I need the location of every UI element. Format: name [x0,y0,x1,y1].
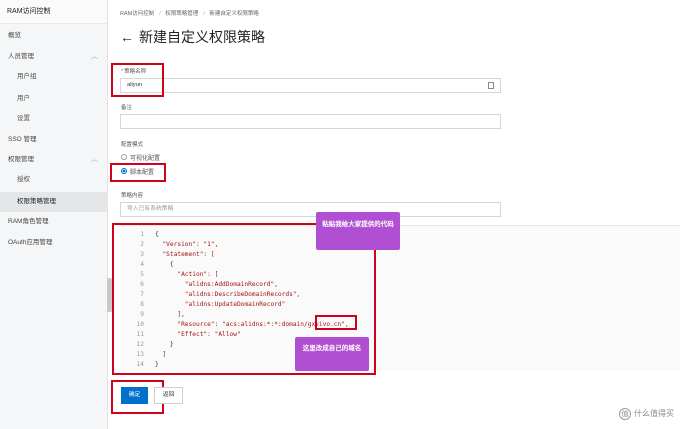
watermark: 值什么值得买 [619,408,674,420]
sidebar: RAM访问控制 概览 人员管理 ︿ 用户组 用户 设置 SSO 管理 权限管理 ︿ … [0,0,108,429]
sidebar-brand: RAM访问控制 [0,0,107,24]
sidebar-item-ram-roles[interactable]: RAM角色管理 [0,213,107,231]
sidebar-item-policies[interactable]: 权限策略管理 [0,192,107,212]
back-button[interactable]: 返回 [154,387,183,404]
remark-label: 备注 [121,105,133,111]
sidebar-item-people[interactable]: 人员管理 ︿ [0,48,107,66]
sidebar-item-sso[interactable]: SSO 管理 [0,131,107,149]
config-mode-label: 配置模式 [121,142,144,148]
breadcrumb: RAM访问控制 / 权限策略管理 / 新建自定义权限策略 [120,11,259,17]
breadcrumb-item: 新建自定义权限策略 [209,11,259,17]
sidebar-item-settings[interactable]: 设置 [0,110,107,128]
policy-name-input[interactable]: aliyun [120,78,501,93]
sidebar-item-users[interactable]: 用户 [0,90,107,108]
sidebar-item-grants[interactable]: 授权 [0,171,107,189]
breadcrumb-item[interactable]: 权限策略管理 [165,11,198,17]
highlight-script-mode [110,163,166,182]
import-policy-select[interactable]: 导入已有系统策略 [120,202,501,217]
policy-content-label: 策略内容 [121,193,144,199]
counter-icon [488,82,494,89]
zhi-logo-icon: 值 [619,408,631,420]
sidebar-item-user-groups[interactable]: 用户组 [0,68,107,86]
radio-unchecked-icon [121,154,127,161]
sidebar-item-oauth[interactable]: OAuth应用管理 [0,234,107,252]
chevron-up-icon: ︿ [91,53,98,60]
main-content: RAM访问控制 / 权限策略管理 / 新建自定义权限策略 ← 新建自定义权限策略 *策… [108,0,680,429]
paste-note: 粘贴我给大家提供的代码 [316,212,400,250]
chevron-up-icon: ︿ [91,156,98,163]
page-title: ← 新建自定义权限策略 [120,29,265,45]
highlight-name [111,63,164,97]
sidebar-item-overview[interactable]: 概览 [0,27,107,45]
sidebar-item-permissions[interactable]: 权限管理 ︿ [0,151,107,169]
domain-note: 这里改成自己的域名 [295,337,369,371]
back-arrow-icon[interactable]: ← [120,29,134,45]
breadcrumb-item[interactable]: RAM访问控制 [120,11,154,17]
highlight-domain [315,315,357,330]
confirm-button[interactable]: 确定 [121,387,148,404]
remark-input[interactable] [120,114,501,129]
